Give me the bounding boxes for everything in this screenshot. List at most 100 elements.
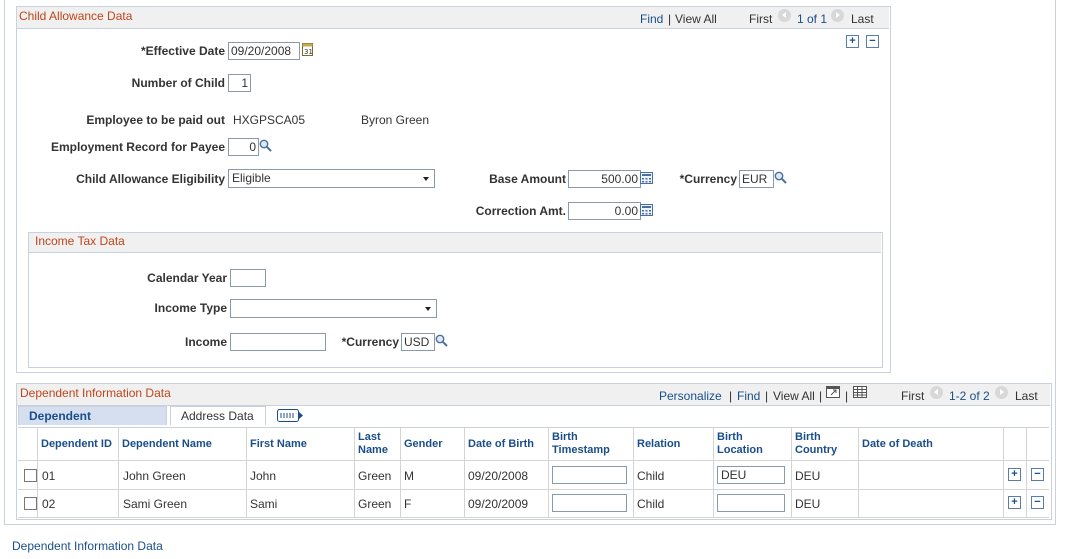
col-last-name[interactable]: Last Name [358,431,396,457]
row-select-checkbox[interactable] [24,497,37,510]
cell-dependent-id: 01 [42,469,56,483]
income-type-select[interactable] [230,299,437,318]
svg-text:31: 31 [304,48,313,56]
col-gender[interactable]: Gender [404,438,443,451]
col-date-of-death[interactable]: Date of Death [862,438,933,451]
view-all-link[interactable]: View All [773,389,815,403]
number-of-child-input[interactable]: 1 [228,74,251,92]
download-grid-icon[interactable] [853,386,867,401]
birth-timestamp-input[interactable] [552,494,627,512]
eligibility-label: Child Allowance Eligibility [76,172,225,186]
empl-record-input[interactable]: 0 [228,138,259,156]
row-range: 1-2 of 2 [949,389,990,403]
calculator-icon[interactable] [640,204,653,219]
col-dependent-name[interactable]: Dependent Name [122,438,212,451]
nav-separator: | [765,389,769,403]
correction-label: Correction Amt. [475,204,566,218]
previous-arrow-icon[interactable] [930,386,943,399]
find-link[interactable]: Find [640,12,663,26]
cell-first-name: John [250,469,277,483]
grid-line [713,427,714,517]
effective-date-input[interactable]: 09/20/2008 [228,42,300,60]
lookup-icon[interactable] [774,171,787,187]
col-first-name[interactable]: First Name [250,438,307,451]
cell-birth-country: DEU [795,497,821,511]
employee-paid-label: Employee to be paid out [86,113,225,127]
personalize-link[interactable]: Personalize [659,389,722,403]
number-of-child-label: Number of Child [131,76,225,90]
grid-line [464,427,465,517]
next-arrow-icon[interactable] [995,386,1008,399]
nav-separator: | [819,389,823,403]
col-dependent-id[interactable]: Dependent ID [41,438,112,451]
tab-dependent-information[interactable]: Dependent Information [18,406,167,442]
grid-line [18,460,1049,461]
cell-dependent-id: 02 [42,497,56,511]
footer-dependent-link[interactable]: Dependent Information Data [12,539,163,553]
lookup-icon[interactable] [259,139,272,155]
birth-timestamp-input[interactable] [552,466,627,484]
col-birth-timestamp[interactable]: Birth Timestamp [552,431,622,457]
next-arrow-icon[interactable] [831,9,844,22]
last-label: Last [851,12,874,26]
chevron-down-icon [423,177,429,181]
base-amount-input[interactable]: 500.00 [568,170,641,188]
delete-row-icon[interactable]: − [866,35,879,48]
birth-location-input[interactable] [717,494,785,512]
view-all-link[interactable]: View All [675,12,717,26]
add-row-icon[interactable]: + [1008,496,1021,509]
nav-separator: | [845,389,849,403]
previous-arrow-icon[interactable] [778,9,791,22]
col-relation[interactable]: Relation [637,438,680,451]
add-row-icon[interactable]: + [846,35,859,48]
calculator-icon[interactable] [640,172,653,187]
row-select-checkbox[interactable] [24,469,37,482]
grid-line [1003,427,1004,517]
calendar-icon[interactable]: 31 [302,43,313,59]
income-input[interactable] [230,333,326,351]
add-row-icon[interactable]: + [1008,468,1021,481]
currency-label: *Currency [679,172,737,186]
new-window-icon[interactable] [826,386,840,401]
chevron-down-icon [425,307,431,311]
show-all-columns-icon[interactable] [277,409,304,425]
col-date-of-birth[interactable]: Date of Birth [468,438,534,451]
currency-input[interactable]: EUR [739,170,774,188]
grid-line [18,489,1049,490]
delete-row-icon[interactable]: − [1031,468,1044,481]
lookup-icon[interactable] [435,334,448,350]
find-link[interactable]: Find [737,389,760,403]
grid-line [548,427,549,517]
grid-line [400,427,401,517]
effective-date-label: *Effective Date [140,44,225,58]
eligibility-select[interactable]: Eligible [228,169,435,188]
col-birth-country[interactable]: Birth Country [795,431,845,457]
correction-input[interactable]: 0.00 [568,202,641,220]
birth-location-input[interactable]: DEU [717,466,785,484]
grid-line [633,427,634,517]
col-birth-location[interactable]: Birth Location [717,431,777,457]
cell-date-of-birth: 09/20/2009 [468,497,529,511]
calendar-year-input[interactable] [230,269,266,287]
dependent-title: Dependent Information Data [20,386,171,400]
income-label: Income [184,335,227,349]
grid-line [791,427,792,517]
grid-line [18,427,1049,428]
income-tax-header [29,233,881,253]
cell-relation: Child [637,469,665,483]
first-label: First [749,12,773,26]
cell-gender: F [404,497,412,511]
delete-row-icon[interactable]: − [1031,496,1044,509]
employee-id: HXGPSCA05 [233,113,306,127]
cell-last-name: Green [358,469,392,483]
cell-birth-country: DEU [795,469,821,483]
income-type-label: Income Type [154,301,227,315]
tab-address-data[interactable]: Address Data [170,406,266,425]
last-label: Last [1015,389,1038,403]
grid-line [118,427,119,517]
eligibility-value: Eligible [232,171,271,185]
cell-date-of-birth: 09/20/2008 [468,469,529,483]
income-tax-title: Income Tax Data [35,234,125,248]
empl-record-label: Employment Record for Payee [50,140,225,154]
income-currency-input[interactable]: USD [401,333,435,351]
